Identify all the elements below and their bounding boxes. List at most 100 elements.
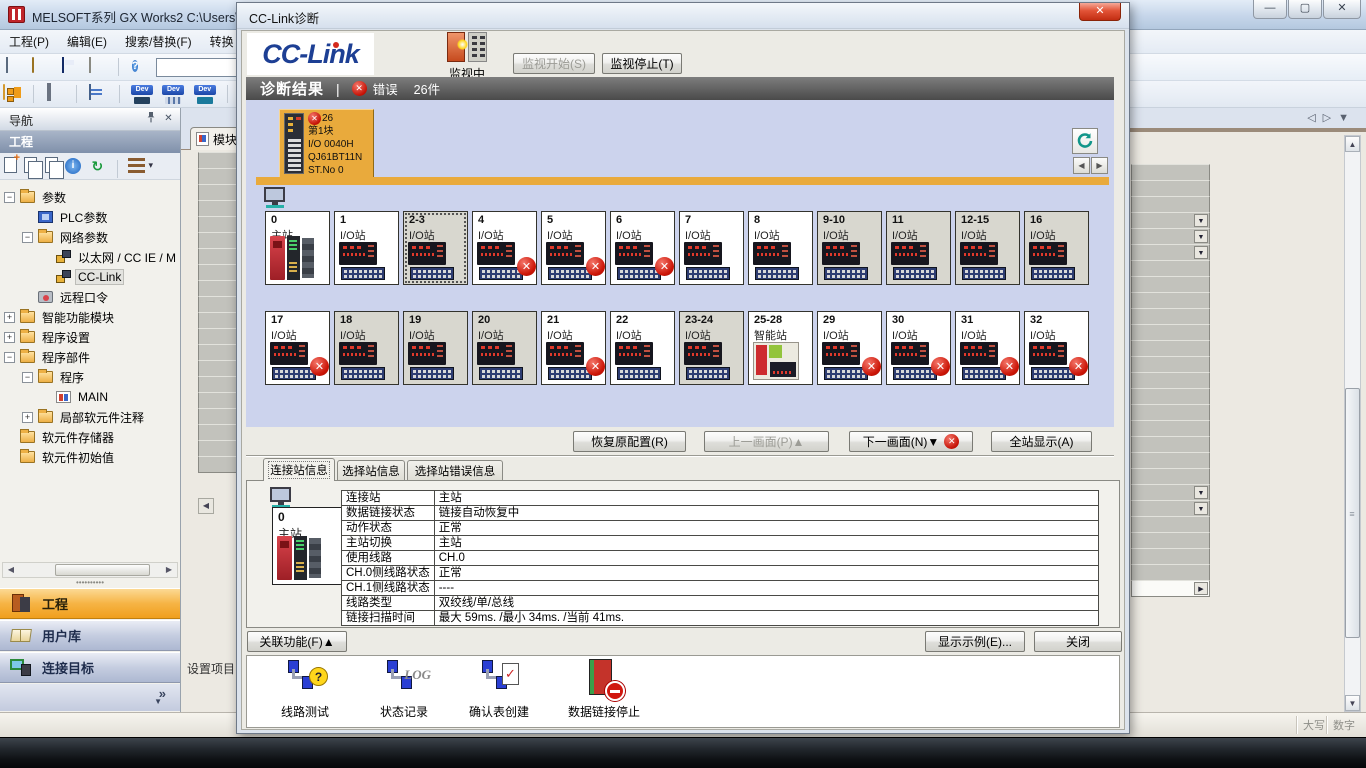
new-project-icon[interactable] xyxy=(3,58,22,76)
station-card-29[interactable]: 29I/O站✕ xyxy=(817,311,882,385)
parameter-grid-cell[interactable]: ▼ xyxy=(1131,212,1210,229)
print-icon[interactable] xyxy=(88,58,107,76)
parameter-grid-cell[interactable]: ▼ xyxy=(1131,484,1210,501)
device-find-icon[interactable] xyxy=(131,85,153,104)
sort-filter-icon[interactable] xyxy=(128,158,145,174)
tree-item-程序部件[interactable]: −程序部件 xyxy=(0,347,180,367)
dropdown-arrow-icon[interactable]: ▼ xyxy=(1194,230,1208,243)
document-tab[interactable]: 模块块 xyxy=(190,127,236,150)
sidebar-item-user-library[interactable]: 用户库 xyxy=(0,620,180,651)
parameter-grid-cell[interactable] xyxy=(198,280,236,297)
scrollbar-thumb[interactable] xyxy=(55,564,150,576)
module-next-icon[interactable]: ▶ xyxy=(1091,157,1108,174)
parameter-grid-cell[interactable] xyxy=(198,312,236,329)
parameter-grid-cell[interactable] xyxy=(198,360,236,377)
parameter-grid-cell[interactable] xyxy=(1131,452,1210,469)
station-card-16[interactable]: 16I/O站 xyxy=(1024,211,1089,285)
scrollbar-thumb[interactable]: ≡ xyxy=(1345,388,1360,638)
station-card-4[interactable]: 4I/O站✕ xyxy=(472,211,537,285)
parameter-grid-cell[interactable]: ▼ xyxy=(1131,244,1210,261)
refresh-button[interactable] xyxy=(1072,128,1098,154)
scroll-right-icon[interactable]: ▶ xyxy=(162,564,176,576)
collapse-icon[interactable]: − xyxy=(22,372,33,383)
parameter-grid-cell[interactable] xyxy=(1131,308,1210,325)
station-card-25-28[interactable]: 25-28智能站 xyxy=(748,311,813,385)
scroll-left-icon[interactable]: ◀ xyxy=(4,564,18,576)
refresh-icon[interactable]: ↻ xyxy=(88,157,106,175)
device-batch-icon[interactable] xyxy=(162,85,184,104)
parameter-grid-cell[interactable] xyxy=(1131,292,1210,309)
parameter-grid-cell[interactable] xyxy=(1131,276,1210,293)
module-config-icon[interactable] xyxy=(46,85,65,103)
dropdown-arrow-icon[interactable]: ▼ xyxy=(1194,214,1208,227)
station-card-2-3[interactable]: 2-3I/O站 xyxy=(403,211,468,285)
open-project-icon[interactable] xyxy=(31,58,50,76)
parameter-grid-cell[interactable] xyxy=(1131,404,1210,421)
station-card-9-10[interactable]: 9-10I/O站 xyxy=(817,211,882,285)
station-card-20[interactable]: 20I/O站 xyxy=(472,311,537,385)
close-panel-icon[interactable]: ✕ xyxy=(161,112,176,127)
close-button[interactable]: ✕ xyxy=(1323,0,1361,19)
parameter-grid-cell[interactable] xyxy=(198,264,236,281)
tab-selected-station-error-info[interactable]: 选择站错误信息 xyxy=(407,460,503,481)
monitor-stop-button[interactable]: 监视停止(T) xyxy=(602,53,682,74)
display-example-button[interactable]: 显示示例(E)... xyxy=(925,631,1025,652)
tab-selected-station-info[interactable]: 选择站信息 xyxy=(337,460,405,481)
tree-item-软元件存储器[interactable]: 软元件存储器 xyxy=(0,427,180,447)
tool-status-logging[interactable]: LOG 状态记录 xyxy=(356,659,452,720)
expand-arrow-icon[interactable]: ▶ xyxy=(1194,582,1208,595)
sidebar-item-connection-destination[interactable]: 连接目标 xyxy=(0,652,180,683)
collapse-icon[interactable]: − xyxy=(4,192,15,203)
expand-icon[interactable]: + xyxy=(4,332,15,343)
dropdown-arrow-icon[interactable]: ▼ xyxy=(1194,246,1208,259)
parameter-grid-cell[interactable] xyxy=(198,376,236,393)
parameter-grid-cell[interactable] xyxy=(1131,180,1210,197)
minimize-button[interactable]: — xyxy=(1253,0,1287,19)
parameter-grid-cell[interactable] xyxy=(1131,548,1210,565)
panel-splitter[interactable]: •••••••••• xyxy=(0,580,180,588)
restore-layout-button[interactable]: 恢复原配置(R) xyxy=(573,431,686,452)
tree-item-网络参数[interactable]: −网络参数 xyxy=(0,227,180,247)
tool-loop-test[interactable]: ? 线路测试 xyxy=(257,659,353,720)
tool-create-check-sheet[interactable]: ✓ 确认表创建 xyxy=(451,659,547,720)
station-card-19[interactable]: 19I/O站 xyxy=(403,311,468,385)
parameter-grid-cell[interactable] xyxy=(198,440,236,457)
module-prev-icon[interactable]: ◀ xyxy=(1073,157,1090,174)
parameter-grid-cell[interactable] xyxy=(1131,516,1210,533)
station-card-18[interactable]: 18I/O站 xyxy=(334,311,399,385)
station-card-30[interactable]: 30I/O站✕ xyxy=(886,311,951,385)
menu-item[interactable]: 搜索/替换(F) xyxy=(116,30,201,54)
tool-stop-data-link[interactable]: 数据链接停止 xyxy=(556,659,652,720)
pin-icon[interactable] xyxy=(143,112,158,127)
parameter-grid-cell[interactable] xyxy=(198,216,236,233)
parameter-grid-cell[interactable] xyxy=(198,344,236,361)
parameter-grid-cell[interactable] xyxy=(1131,372,1210,389)
station-card-12-15[interactable]: 12-15I/O站 xyxy=(955,211,1020,285)
parameter-grid-cell[interactable] xyxy=(198,392,236,409)
help-icon[interactable]: ? xyxy=(131,58,150,76)
dialog-titlebar[interactable]: CC-Link诊断 ✕ xyxy=(237,3,1129,29)
parameter-grid-cell[interactable] xyxy=(1131,324,1210,341)
editor-vertical-scrollbar[interactable]: ▲ ≡ ▼ xyxy=(1344,135,1361,712)
station-card-1[interactable]: 1I/O站 xyxy=(334,211,399,285)
grid-scroll-left-icon[interactable]: ◀ xyxy=(198,498,214,514)
parameter-grid-cell[interactable] xyxy=(1131,356,1210,373)
dialog-close-button[interactable]: ✕ xyxy=(1079,3,1121,21)
parameter-grid-cell[interactable] xyxy=(1131,532,1210,549)
parameter-grid-cell[interactable] xyxy=(1131,388,1210,405)
station-card-7[interactable]: 7I/O站 xyxy=(679,211,744,285)
parameter-grid-cell[interactable] xyxy=(1131,164,1210,181)
parameter-grid-cell[interactable] xyxy=(1131,340,1210,357)
parameter-grid-cell[interactable]: ▼ xyxy=(1131,228,1210,245)
panel-overflow-area[interactable]: »▼ xyxy=(0,684,180,711)
monitor-start-button[interactable]: 监视开始(S) xyxy=(513,53,595,74)
tree-item-程序[interactable]: −程序 xyxy=(0,367,180,387)
tree-item-智能功能模块[interactable]: +智能功能模块 xyxy=(0,307,180,327)
tab-scroll-icons[interactable]: ◁▷▼ xyxy=(1307,111,1356,124)
tree-item-软元件初始值[interactable]: 软元件初始值 xyxy=(0,447,180,467)
maximize-button[interactable]: ▢ xyxy=(1288,0,1322,19)
property-icon[interactable]: i xyxy=(65,158,81,174)
parameter-grid-cell[interactable] xyxy=(1131,468,1210,485)
menu-item[interactable]: 工程(P) xyxy=(0,30,58,54)
sidebar-item-project[interactable]: 工程 xyxy=(0,588,180,619)
